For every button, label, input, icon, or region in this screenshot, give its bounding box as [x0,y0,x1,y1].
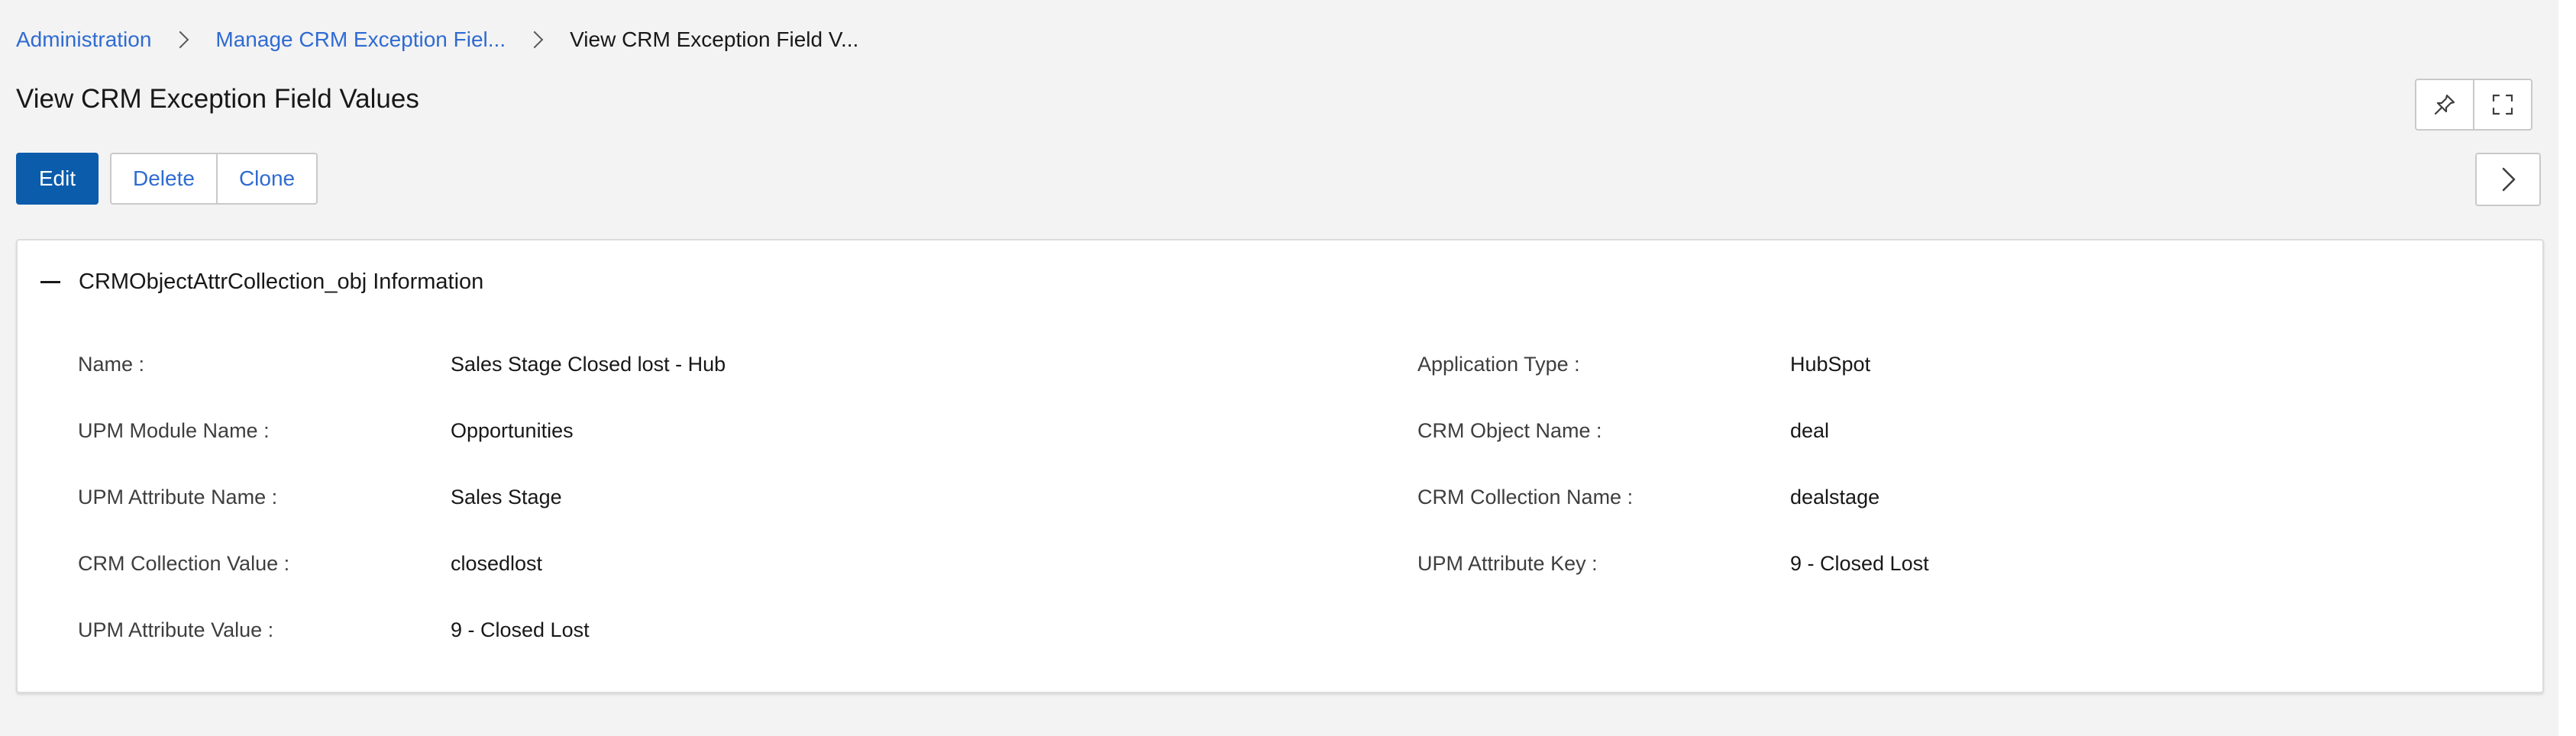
field-value-upm-attribute-name: Sales Stage [451,486,562,508]
chevron-right-icon [2502,167,2516,192]
window-edge [2558,0,2576,736]
collapse-icon [40,281,60,283]
breadcrumb: Administration Manage CRM Exception Fiel… [16,26,858,53]
field-label-upm-attribute-key: UPM Attribute Key : [1417,552,1598,575]
fullscreen-button[interactable] [2473,80,2531,129]
field-label-crm-collection-name: CRM Collection Name : [1417,486,1634,508]
pin-button[interactable] [2416,80,2473,129]
field-label-upm-module-name: UPM Module Name : [78,419,270,442]
section-header-toggle[interactable]: CRMObjectAttrCollection_obj Information [40,270,483,295]
delete-button[interactable]: Delete [112,154,216,203]
page-title: View CRM Exception Field Values [16,84,419,114]
record-actions: Edit Delete Clone [16,153,318,205]
field-label-crm-collection-value: CRM Collection Value : [78,552,290,575]
field-value-crm-object-name: deal [1790,419,1830,442]
field-label-application-type: Application Type : [1417,353,1580,376]
secondary-actions: Delete Clone [110,153,318,205]
field-value-application-type: HubSpot [1790,353,1871,376]
clone-button[interactable]: Clone [215,154,316,203]
field-value-name: Sales Stage Closed lost - Hub [451,353,726,376]
breadcrumb-manage-crm-exception-fields[interactable]: Manage CRM Exception Fiel... [215,27,506,52]
page: Administration Manage CRM Exception Fiel… [0,0,2558,736]
expand-icon [2492,94,2513,115]
field-label-crm-object-name: CRM Object Name : [1417,419,1602,442]
field-label-upm-attribute-value: UPM Attribute Value : [78,618,274,641]
field-value-crm-collection-value: closedlost [451,552,543,575]
field-value-upm-attribute-key: 9 - Closed Lost [1790,552,1929,575]
breadcrumb-administration[interactable]: Administration [16,27,151,52]
field-label-upm-attribute-name: UPM Attribute Name : [78,486,278,508]
breadcrumb-current: View CRM Exception Field V... [570,27,859,51]
chevron-right-icon [525,31,544,49]
edit-button[interactable]: Edit [16,153,99,205]
information-section: CRMObjectAttrCollection_obj Information … [16,239,2544,693]
header-icon-buttons [2415,79,2532,131]
field-value-upm-module-name: Opportunities [451,419,574,442]
field-value-upm-attribute-value: 9 - Closed Lost [451,618,590,641]
pin-icon [2434,94,2455,115]
field-value-crm-collection-name: dealstage [1790,486,1880,508]
section-title: CRMObjectAttrCollection_obj Information [79,270,484,294]
next-record-button[interactable] [2475,153,2541,206]
chevron-right-icon [172,31,189,49]
field-label-name: Name : [78,353,145,376]
